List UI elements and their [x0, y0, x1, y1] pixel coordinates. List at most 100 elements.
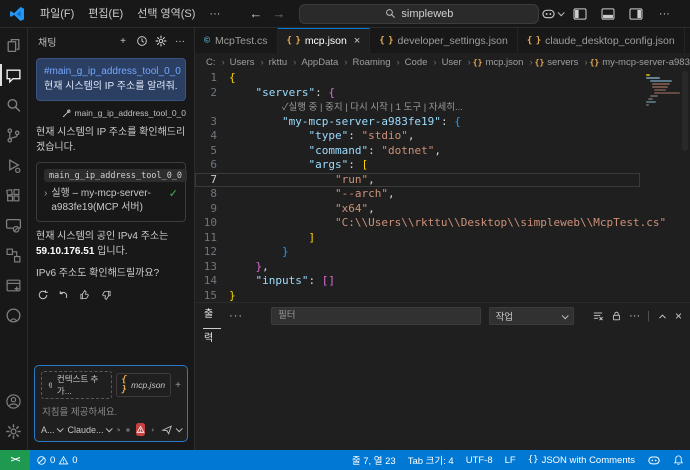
- thumbs-up-icon[interactable]: [79, 289, 91, 301]
- chat-icon: [6, 68, 21, 84]
- chat-history-button[interactable]: [134, 33, 150, 49]
- breadcrumb-item[interactable]: mcp.json: [473, 57, 533, 68]
- activity-search[interactable]: [0, 90, 28, 120]
- thumbs-down-icon[interactable]: [100, 289, 112, 301]
- undo-icon[interactable]: [58, 289, 70, 301]
- cursor-position[interactable]: 줄 7, 열 23: [346, 450, 402, 470]
- title-bar: 파일(F) 편집(E) 선택 영역(S) ··· ← → simpleweb ·…: [0, 0, 690, 28]
- divider: |: [647, 310, 650, 322]
- activity-extensions[interactable]: [0, 180, 28, 210]
- chat-input-placeholder[interactable]: 지침을 제공하세요.: [41, 404, 181, 418]
- account-button[interactable]: [0, 386, 28, 416]
- copilot-button[interactable]: [539, 3, 566, 25]
- language-mode[interactable]: {} JSON with Comments: [522, 450, 641, 470]
- code-token: :: [440, 114, 455, 128]
- activity-github[interactable]: [0, 300, 28, 330]
- encoding[interactable]: UTF-8: [460, 450, 499, 470]
- chat-more-button[interactable]: ···: [172, 33, 188, 49]
- tool-call-label: 실행 – my-mcp-server-a983fe19(MCP 서버): [51, 188, 151, 213]
- mcp-server-icon[interactable]: [126, 424, 130, 436]
- expand-chevron-icon[interactable]: ›: [44, 187, 47, 215]
- chat-settings-button[interactable]: [153, 33, 169, 49]
- layout-panel-icon: [601, 7, 615, 20]
- tool-reference-link[interactable]: #main_g_ip_address_tool_0_0: [44, 66, 181, 77]
- panel-more-button[interactable]: ···: [629, 310, 640, 322]
- activity-source-control[interactable]: [0, 120, 28, 150]
- add-context-button[interactable]: 컨텍스트 추가...: [41, 371, 112, 399]
- used-tool-label: main_g_ip_address_tool_0_0: [74, 108, 186, 118]
- activity-explorer[interactable]: [0, 30, 28, 60]
- toggle-panel-button[interactable]: [595, 3, 621, 25]
- nav-forward-icon[interactable]: →: [272, 6, 285, 21]
- editor-scrollbar[interactable]: [680, 71, 690, 302]
- nav-back-icon[interactable]: ←: [249, 6, 262, 21]
- activity-remote-explorer[interactable]: [0, 210, 28, 240]
- send-options-chevron-icon[interactable]: [175, 425, 183, 433]
- warning-badge-button[interactable]: [136, 423, 146, 436]
- model-picker[interactable]: Claude...: [68, 425, 113, 435]
- breadcrumb-item[interactable]: rkttu: [266, 57, 297, 68]
- output-filter-input[interactable]: 필터: [271, 307, 481, 325]
- used-tool-chip[interactable]: main_g_ip_address_tool_0_0: [36, 108, 186, 118]
- send-icon[interactable]: [161, 424, 173, 436]
- breadcrumb-item[interactable]: User: [439, 57, 471, 68]
- breadcrumb-item[interactable]: AppData: [298, 57, 347, 68]
- tool-call-card[interactable]: main_g_ip_address_tool_0_0 › 실행 – my-mcp…: [36, 162, 188, 222]
- activity-containers[interactable]: [0, 240, 28, 270]
- eol-sequence[interactable]: LF: [499, 450, 522, 470]
- toggle-sidebar-button[interactable]: [567, 3, 593, 25]
- menu-selection[interactable]: 선택 영역(S): [130, 3, 202, 25]
- settings-button[interactable]: [0, 416, 28, 446]
- activity-live-preview[interactable]: [0, 270, 28, 300]
- close-panel-icon[interactable]: ×: [675, 309, 682, 323]
- paperclip-icon: [48, 382, 52, 388]
- breadcrumb-item[interactable]: Users: [227, 57, 264, 68]
- code-line: 14 "inputs": []: [195, 274, 640, 289]
- line-number: 14: [203, 274, 217, 287]
- breadcrumb-item[interactable]: Roaming: [349, 57, 399, 68]
- command-center-search[interactable]: simpleweb: [299, 3, 540, 24]
- add-chip-button[interactable]: +: [175, 380, 181, 391]
- editor-tab[interactable]: developer_settings.json ×: [370, 28, 518, 53]
- chevron-down-icon: [561, 311, 569, 319]
- maximize-panel-icon[interactable]: [657, 311, 668, 322]
- mode-picker[interactable]: A...: [41, 425, 64, 435]
- minimap[interactable]: [642, 73, 680, 143]
- new-chat-button[interactable]: +: [115, 33, 131, 49]
- remote-indicator[interactable]: ><: [0, 450, 30, 470]
- minimize-button[interactable]: –: [679, 0, 690, 28]
- breadcrumb-item[interactable]: C:: [203, 57, 225, 68]
- indentation[interactable]: Tab 크기: 4: [402, 450, 460, 470]
- clear-output-icon[interactable]: [592, 310, 604, 322]
- code-token: :: [308, 274, 322, 287]
- chat-input-box[interactable]: 컨텍스트 추가... mcp.json + 지침을 제공하세요. A... Cl…: [34, 365, 188, 442]
- retry-icon[interactable]: [37, 289, 49, 301]
- code-line: 13 },: [195, 260, 640, 275]
- activity-chat[interactable]: [0, 60, 28, 90]
- notifications-button[interactable]: [667, 450, 690, 470]
- breadcrumb-item[interactable]: my-mcp-server-a983fe19: [590, 57, 690, 68]
- close-tab-icon[interactable]: ×: [354, 35, 360, 47]
- output-channel-select[interactable]: 작업: [488, 307, 575, 325]
- copilot-status-button[interactable]: [641, 450, 667, 470]
- output-content[interactable]: [195, 329, 690, 450]
- mic-icon[interactable]: [151, 424, 155, 436]
- context-file-chip[interactable]: mcp.json: [115, 373, 172, 397]
- breadcrumb-item[interactable]: Code: [402, 57, 437, 68]
- toggle-secondary-sidebar-button[interactable]: [623, 3, 649, 25]
- tools-icon[interactable]: [116, 424, 121, 436]
- tab-output[interactable]: 출력: [203, 303, 222, 344]
- editor-tab[interactable]: claude_desktop_config.json ×: [517, 28, 685, 53]
- menu-more[interactable]: ···: [202, 3, 227, 25]
- code-editor[interactable]: 1 { 2 "servers": { ✓실행 중 | 중지 | 다시 시작 | …: [195, 71, 690, 302]
- problems-indicator[interactable]: 0 0: [30, 450, 84, 470]
- menu-file[interactable]: 파일(F): [33, 3, 81, 25]
- breadcrumb-item[interactable]: servers: [535, 57, 588, 68]
- menu-edit[interactable]: 편집(E): [81, 3, 130, 25]
- editor-tab[interactable]: McpTest.cs ×: [195, 28, 278, 53]
- editor-tab[interactable]: mcp.json ×: [277, 28, 371, 53]
- activity-run-debug[interactable]: [0, 150, 28, 180]
- panel-tabs-more-button[interactable]: ···: [229, 310, 243, 322]
- layout-more-button[interactable]: ···: [651, 3, 677, 25]
- lock-scroll-icon[interactable]: [611, 310, 622, 322]
